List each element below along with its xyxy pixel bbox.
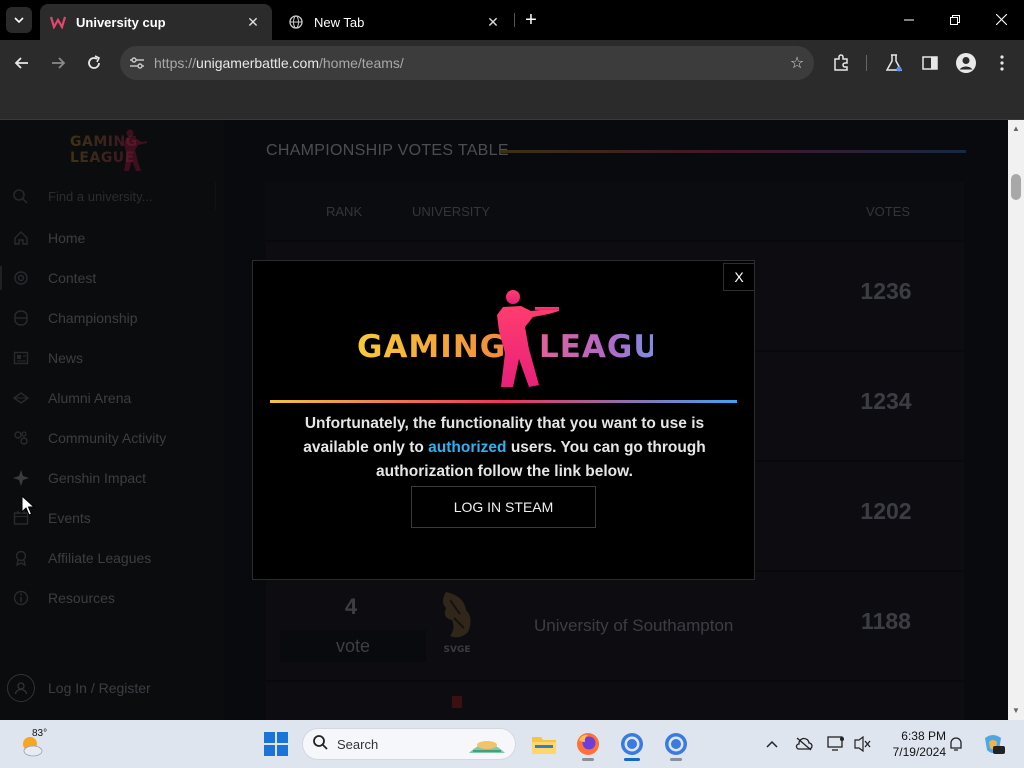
labs-flask-icon[interactable] <box>883 52 905 74</box>
taskbar-search-box[interactable]: Search <box>302 728 516 760</box>
auth-required-message: Unfortunately, the functionality that yo… <box>271 412 738 484</box>
temperature: 83° <box>32 728 48 739</box>
close-icon <box>995 13 1007 26</box>
authorized-link[interactable]: authorized <box>428 439 506 456</box>
search-highlight-icon <box>469 741 505 753</box>
close-tab-icon[interactable]: ✕ <box>244 14 262 31</box>
minimize-button[interactable] <box>886 8 932 32</box>
log-in-steam-button[interactable]: LOG IN STEAM <box>411 486 596 528</box>
tab-strip: University cup ✕ New Tab ✕ + <box>0 0 1024 40</box>
profile-avatar-icon[interactable] <box>955 52 977 74</box>
restore-button[interactable] <box>932 8 978 32</box>
chrome-icon <box>665 733 687 755</box>
site-settings-icon[interactable] <box>120 56 154 70</box>
running-indicator <box>670 758 682 761</box>
modal-gradient-line <box>270 400 737 403</box>
minimize-icon <box>904 19 914 21</box>
bookmark-star-icon[interactable]: ☆ <box>780 53 814 73</box>
side-panel-icon[interactable] <box>919 52 941 74</box>
chrome-icon <box>621 733 643 755</box>
scroll-up-arrow-icon[interactable]: ▲ <box>1012 124 1020 133</box>
clock-time: 6:38 PM <box>901 729 946 743</box>
url-text: https://unigamerbattle.com/home/teams/ <box>154 55 780 71</box>
running-indicator <box>582 758 594 761</box>
gaming-league-logo: GAMING LEAGUE <box>357 290 653 387</box>
notification-bell-icon[interactable] <box>946 734 966 754</box>
file-explorer-app[interactable] <box>528 728 560 760</box>
logo-word-gaming: GAMING <box>357 329 506 365</box>
globe-icon <box>288 14 304 30</box>
new-tab-button[interactable]: + <box>520 9 542 31</box>
back-button[interactable] <box>9 50 35 76</box>
close-window-button[interactable] <box>978 8 1024 32</box>
address-bar[interactable]: https://unigamerbattle.com/home/teams/ ☆ <box>120 46 814 80</box>
tab-university-cup[interactable]: University cup ✕ <box>40 4 272 40</box>
firefox-icon <box>577 733 599 755</box>
weather-widget[interactable]: 83° <box>18 728 66 760</box>
chevron-down-icon <box>14 17 24 24</box>
windows-taskbar: 83° Search 6:38 PM 7/19/2024 <box>0 720 1024 768</box>
reload-icon <box>88 55 101 69</box>
toolbar-divider <box>866 55 867 71</box>
chrome-app-active[interactable] <box>616 728 648 761</box>
web-page: GAMING LEAGUE Home Contest Championship <box>0 120 1008 720</box>
close-tab-icon[interactable]: ✕ <box>484 14 502 31</box>
tab-divider <box>514 13 515 27</box>
page-scrollbar[interactable]: ▲ ▼ <box>1008 120 1024 720</box>
network-volume-icon[interactable] <box>852 734 872 754</box>
tab-title: University cup <box>76 14 166 30</box>
tab-title: New Tab <box>314 14 365 30</box>
url-path: /home/teams/ <box>318 55 404 71</box>
forward-button[interactable] <box>45 50 71 76</box>
reload-button[interactable] <box>81 50 107 76</box>
chrome-app[interactable] <box>660 728 692 761</box>
extensions-icon[interactable] <box>830 52 852 74</box>
url-domain: unigamerbattle.com <box>196 55 319 71</box>
show-hidden-icons-chevron-icon[interactable] <box>762 734 782 754</box>
tab-search-button[interactable] <box>6 7 32 33</box>
back-arrow-icon <box>14 57 28 69</box>
bookmarks-bar <box>0 86 1024 120</box>
firefox-app[interactable] <box>572 728 604 761</box>
auth-required-modal: X GAMING LEAGU Unfortunately, the functi… <box>252 260 755 580</box>
cloud-offline-icon[interactable] <box>794 734 814 754</box>
tab-new-tab[interactable]: New Tab ✕ <box>278 4 512 40</box>
browser-toolbar: https://unigamerbattle.com/home/teams/ ☆ <box>0 40 1024 86</box>
copilot-icon[interactable] <box>980 731 1006 757</box>
scroll-down-arrow-icon[interactable]: ▼ <box>1012 706 1020 715</box>
restore-icon <box>950 15 960 25</box>
mouse-cursor-icon <box>21 495 35 516</box>
display-icon[interactable] <box>826 734 846 754</box>
forward-arrow-icon <box>52 57 66 69</box>
logo-word-league: LEAGUE <box>539 329 653 365</box>
windows-start-icon[interactable] <box>264 732 288 756</box>
more-menu-icon[interactable] <box>991 52 1013 74</box>
clock-date: 7/19/2024 <box>892 745 946 759</box>
url-scheme: https:// <box>154 55 197 71</box>
running-indicator <box>624 758 640 761</box>
search-icon <box>303 734 337 754</box>
site-favicon-icon <box>50 14 66 30</box>
scrollbar-thumb[interactable] <box>1011 174 1021 200</box>
search-label: Search <box>337 736 379 752</box>
modal-close-button[interactable]: X <box>723 263 755 291</box>
folder-icon <box>532 737 556 754</box>
system-clock[interactable]: 6:38 PM 7/19/2024 <box>880 728 946 760</box>
